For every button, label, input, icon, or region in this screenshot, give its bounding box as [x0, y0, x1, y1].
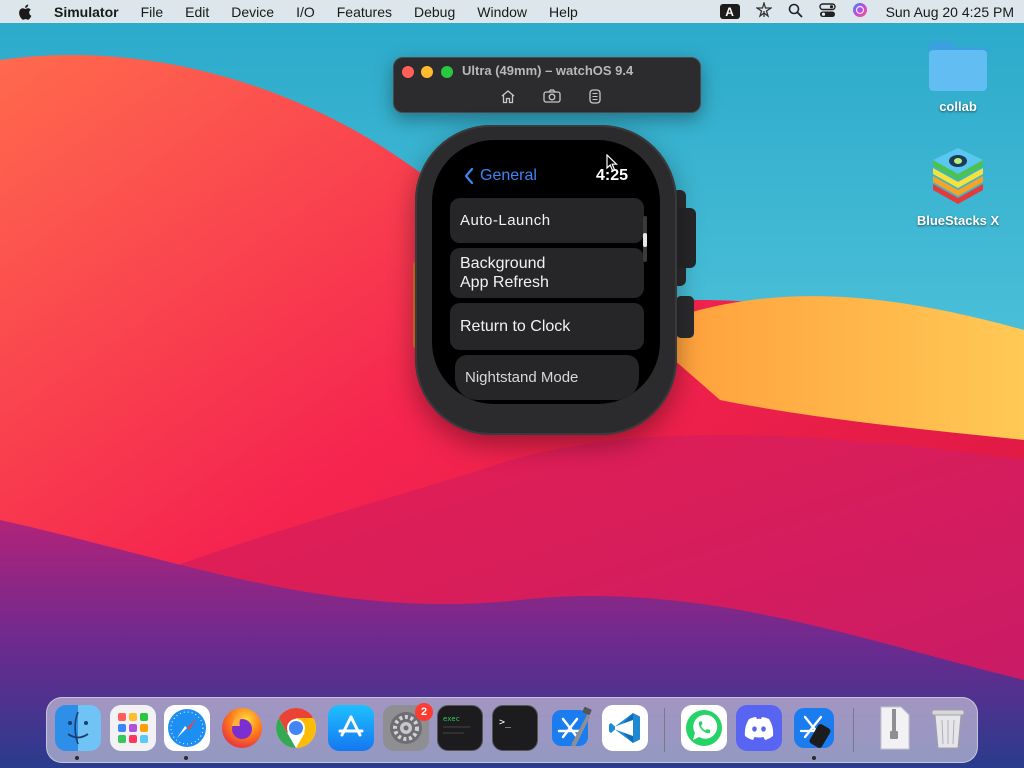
close-window-button[interactable]	[402, 66, 414, 78]
desktop-item-bluestacks[interactable]: BlueStacks X	[913, 148, 1003, 228]
menu-io[interactable]: I/O	[296, 4, 315, 20]
dock-separator	[664, 708, 665, 752]
menu-features[interactable]: Features	[337, 4, 392, 20]
menu-clock[interactable]: Sun Aug 20 4:25 PM	[886, 4, 1014, 20]
watch-list-item-label: Nightstand Mode	[465, 369, 579, 386]
desktop-item-label: BlueStacks X	[916, 213, 1000, 228]
dock-archive-icon[interactable]	[871, 705, 917, 751]
control-center-icon[interactable]	[818, 2, 836, 21]
dock-firefox-icon[interactable]	[219, 705, 265, 751]
home-icon[interactable]	[498, 87, 518, 105]
dock-chrome-icon[interactable]	[273, 705, 319, 751]
input-source-badge[interactable]: A	[719, 4, 740, 19]
dock-discord-icon[interactable]	[736, 705, 782, 751]
dock-app-store-icon[interactable]	[328, 705, 374, 751]
screenshot-icon[interactable]	[542, 87, 562, 105]
mouse-cursor-icon	[606, 153, 618, 177]
chevron-left-icon	[464, 168, 474, 184]
watch-back-label: General	[480, 167, 537, 184]
watch-list-item-label: Auto-Launch	[460, 212, 551, 229]
watch-back-button[interactable]: General	[464, 167, 537, 185]
dock-simulator-icon[interactable]	[791, 705, 837, 751]
folder-icon	[927, 38, 989, 95]
dock-vscode-icon[interactable]	[602, 705, 648, 751]
dock-console-icon[interactable]: exec	[437, 705, 483, 751]
dock-running-indicator	[184, 756, 188, 760]
dock-terminal-icon[interactable]: >_	[492, 705, 538, 751]
siri-icon[interactable]	[852, 2, 868, 21]
dock-separator	[853, 708, 854, 752]
simulator-toolbar-window: Ultra (49mm) – watchOS 9.4	[393, 57, 701, 113]
desktop-item-label: collab	[939, 99, 977, 114]
menu-extras: A Sun Aug 20 4:25 PM	[704, 0, 1014, 21]
menu-file[interactable]: File	[141, 4, 164, 20]
dock-running-indicator	[812, 756, 816, 760]
menu-device[interactable]: Device	[231, 4, 274, 20]
watch-side-button[interactable]	[676, 296, 694, 338]
dock: 2 exec >_	[46, 697, 978, 763]
menu-debug[interactable]: Debug	[414, 4, 455, 20]
notification-badge: 2	[415, 703, 433, 721]
menu-edit[interactable]: Edit	[185, 4, 209, 20]
apple-menu-icon[interactable]	[18, 3, 34, 21]
menu-window[interactable]: Window	[477, 4, 527, 20]
menu-help[interactable]: Help	[549, 4, 578, 20]
dock-whatsapp-icon[interactable]	[681, 705, 727, 751]
watch-scroll-indicator	[643, 233, 647, 247]
simulator-window-title: Ultra (49mm) – watchOS 9.4	[462, 63, 634, 78]
zoom-window-button[interactable]	[441, 66, 453, 78]
watch-list-item-label: Background App Refresh	[460, 255, 549, 291]
menu-app-name[interactable]: Simulator	[54, 4, 119, 20]
watch-list-item-label: Return to Clock	[460, 317, 571, 335]
dock-running-indicator	[75, 756, 79, 760]
digital-crown[interactable]	[674, 208, 696, 268]
focus-icon[interactable]	[754, 0, 773, 21]
dock-trash-icon[interactable]	[925, 705, 971, 751]
watch-list-item-return-to-clock[interactable]: Return to Clock	[450, 303, 644, 350]
watch-list-item-background-refresh[interactable]: Background App Refresh	[450, 248, 644, 298]
dock-safari-icon[interactable]	[164, 705, 210, 751]
dock-xcode-icon[interactable]	[547, 705, 593, 751]
dock-finder-icon[interactable]	[55, 705, 101, 751]
watch-list-item-nightstand-mode[interactable]: Nightstand Mode	[455, 355, 639, 400]
spotlight-search-icon[interactable]	[788, 3, 803, 21]
svg-text:>_: >_	[499, 717, 512, 728]
rotate-icon[interactable]	[585, 87, 605, 105]
bluestacks-icon	[925, 148, 991, 209]
minimize-window-button[interactable]	[421, 66, 433, 78]
watch-list-item-auto-launch[interactable]: Auto-Launch	[450, 198, 644, 243]
dock-launchpad-icon[interactable]	[110, 705, 156, 751]
desktop-item-collab[interactable]: collab	[913, 38, 1003, 114]
svg-text:exec: exec	[443, 715, 460, 723]
menu-bar: Simulator File Edit Device I/O Features …	[0, 0, 1024, 23]
watch-screen: General 4:25 Auto-Launch Background App …	[432, 140, 660, 404]
